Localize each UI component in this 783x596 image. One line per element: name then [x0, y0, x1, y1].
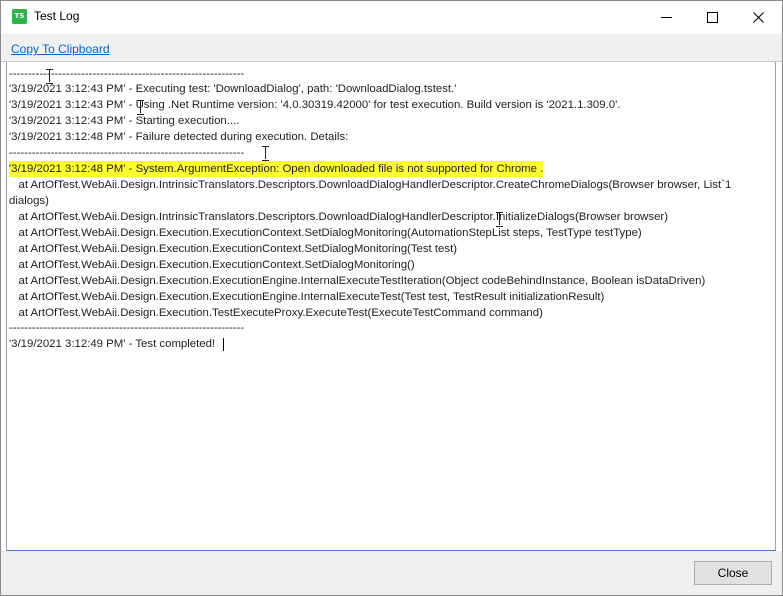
- app-logo-icon: TS: [12, 9, 27, 24]
- log-line: at ArtOfTest.WebAii.Design.Execution.Exe…: [9, 227, 642, 239]
- log-line: at ArtOfTest.WebAii.Design.Execution.Exe…: [9, 243, 458, 255]
- maximize-icon: [707, 12, 718, 23]
- log-line: at ArtOfTest.WebAii.Design.Execution.Tes…: [9, 307, 543, 319]
- log-line: '3/19/2021 3:12:49 PM' - Test completed!: [9, 338, 216, 350]
- minimize-button[interactable]: [644, 1, 690, 34]
- log-line: at ArtOfTest.WebAii.Design.Execution.Exe…: [9, 291, 605, 303]
- close-window-button[interactable]: [736, 1, 782, 34]
- log-line: at ArtOfTest.WebAii.Design.Execution.Exe…: [9, 259, 415, 271]
- text-caret: [223, 338, 224, 351]
- ibeam-cursor-icon: [262, 146, 269, 161]
- log-line: dialogs): [9, 195, 49, 207]
- log-line: '3/19/2021 3:12:43 PM' - Starting execut…: [9, 115, 240, 127]
- test-log-window: TS Test Log Copy To Clipboard ----------…: [0, 0, 783, 596]
- ibeam-cursor-icon: [46, 69, 53, 84]
- log-line: at ArtOfTest.WebAii.Design.Execution.Exe…: [9, 275, 706, 287]
- log-line: '3/19/2021 3:12:43 PM' - Executing test:…: [9, 83, 457, 95]
- toolbar: Copy To Clipboard: [1, 34, 782, 62]
- copy-to-clipboard-link[interactable]: Copy To Clipboard: [11, 42, 110, 56]
- log-line: '3/19/2021 3:12:48 PM' - Failure detecte…: [9, 131, 349, 143]
- ibeam-cursor-icon: [496, 212, 503, 227]
- minimize-icon: [661, 17, 672, 18]
- log-separator: ----------------------------------------…: [9, 322, 245, 334]
- log-separator: ----------------------------------------…: [9, 147, 245, 159]
- footer: Close: [1, 551, 782, 595]
- close-button[interactable]: Close: [694, 561, 772, 585]
- log-line: at ArtOfTest.WebAii.Design.IntrinsicTran…: [9, 211, 668, 223]
- maximize-button[interactable]: [690, 1, 736, 34]
- close-icon: [753, 12, 764, 23]
- log-line-highlighted: '3/19/2021 3:12:48 PM' - System.Argument…: [9, 161, 544, 177]
- log-separator: ----------------------------------------…: [9, 68, 245, 80]
- title-bar[interactable]: TS Test Log: [1, 1, 782, 34]
- log-line: '3/19/2021 3:12:43 PM' - Using .Net Runt…: [9, 99, 621, 111]
- log-line: at ArtOfTest.WebAii.Design.IntrinsicTran…: [9, 179, 732, 191]
- ibeam-cursor-icon: [137, 100, 144, 115]
- log-text-area[interactable]: ----------------------------------------…: [6, 62, 776, 551]
- window-title: Test Log: [34, 9, 80, 23]
